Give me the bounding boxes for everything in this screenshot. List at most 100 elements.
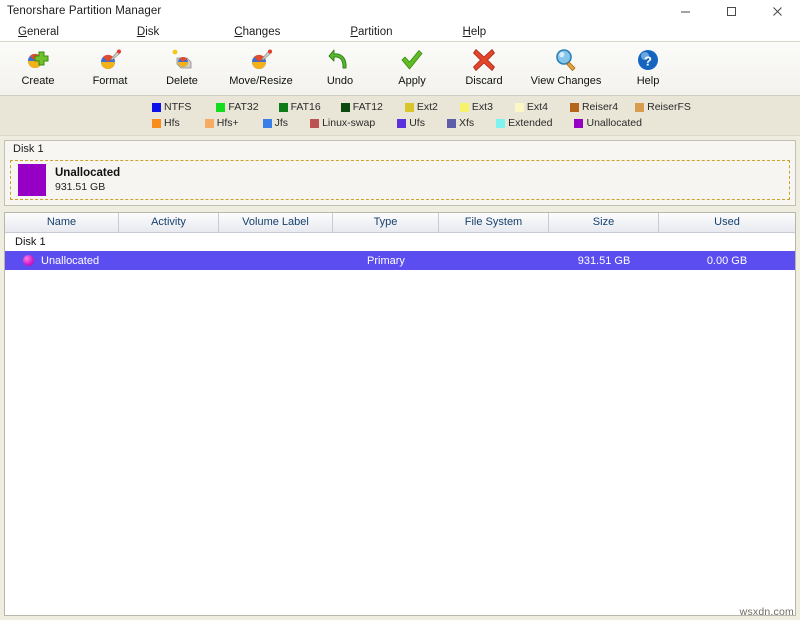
unallocated-partition-icon [23, 255, 34, 266]
partition-color-block-unallocated [18, 164, 46, 196]
legend-label-ufs: Ufs [409, 117, 425, 129]
column-header-file-system[interactable]: File System [439, 213, 549, 232]
column-header-size[interactable]: Size [549, 213, 659, 232]
apply-checkmark-icon [400, 47, 424, 73]
column-header-name[interactable]: Name [5, 213, 119, 232]
undo-arrow-icon [328, 47, 352, 73]
legend-swatch-ntfs [152, 103, 161, 112]
table-row-partition-unallocated[interactable]: Unallocated Primary 931.51 GB 0.00 GB [5, 251, 795, 270]
legend-item-ext3: Ext3 [460, 101, 493, 113]
minimize-button[interactable] [662, 0, 708, 22]
legend-item-ext4: Ext4 [515, 101, 548, 113]
discard-cross-icon [472, 47, 496, 73]
menu-item-general[interactable]: General [14, 26, 63, 38]
legend-swatch-jfs [263, 119, 272, 128]
toolbar-button-move-resize[interactable]: Move/Resize [218, 44, 304, 87]
application-window: Tenorshare Partition Manager General [0, 0, 800, 620]
menu-item-partition[interactable]: Partition [346, 26, 396, 38]
legend-label-fat16: FAT16 [291, 101, 321, 113]
menu-item-disk[interactable]: Disk [133, 26, 163, 38]
menu-rest-partition: artition [358, 26, 393, 38]
column-header-type[interactable]: Type [333, 213, 439, 232]
delete-partition-icon [170, 47, 194, 73]
legend-swatch-fat32 [216, 103, 225, 112]
disk-map-area: Disk 1 Unallocated 931.51 GB [0, 136, 800, 206]
watermark: wsxdn.com [740, 606, 794, 618]
toolbar-button-help[interactable]: ? Help [612, 44, 684, 87]
cell-used: 0.00 GB [659, 251, 795, 270]
legend-label-hfsplus: Hfs+ [217, 117, 239, 129]
legend-label-ext2: Ext2 [417, 101, 438, 113]
toolbar-button-apply[interactable]: Apply [376, 44, 448, 87]
table-row-disk[interactable]: Disk 1 [5, 233, 795, 251]
menu-accel-partition: P [350, 26, 358, 38]
legend-label-linux-swap: Linux-swap [322, 117, 375, 129]
toolbar-button-create[interactable]: Create [2, 44, 74, 87]
cell-size: 931.51 GB [549, 251, 659, 270]
svg-text:?: ? [644, 54, 652, 69]
toolbar-label-apply: Apply [398, 75, 426, 87]
legend-label-reiserfs: ReiserFS [647, 101, 691, 113]
toolbar: Create Format [0, 42, 800, 96]
close-button[interactable] [754, 0, 800, 22]
cell-size [549, 233, 659, 251]
legend-row-2: Hfs Hfs+ Jfs Linux-swap Ufs Xfs Extended… [0, 117, 800, 129]
legend-swatch-hfs [152, 119, 161, 128]
legend-label-xfs: Xfs [459, 117, 474, 129]
legend-label-ext3: Ext3 [472, 101, 493, 113]
table-header-row: Name Activity Volume Label Type File Sys… [5, 213, 795, 233]
legend-swatch-ufs [397, 119, 406, 128]
menu-item-help[interactable]: Help [459, 26, 491, 38]
partition-name: Unallocated [55, 167, 120, 180]
partition-table: Name Activity Volume Label Type File Sys… [4, 212, 796, 616]
toolbar-button-format[interactable]: Format [74, 44, 146, 87]
legend-label-fat12: FAT12 [353, 101, 383, 113]
toolbar-button-view-changes[interactable]: View Changes [520, 44, 612, 87]
legend-swatch-ext2 [405, 103, 414, 112]
legend-label-jfs: Jfs [275, 117, 288, 129]
menu-rest-general: eneral [27, 26, 59, 38]
legend-swatch-fat12 [341, 103, 350, 112]
legend-swatch-ext3 [460, 103, 469, 112]
legend-item-xfs: Xfs [447, 117, 474, 129]
legend-item-unallocated: Unallocated [574, 117, 641, 129]
legend-item-fat12: FAT12 [341, 101, 383, 113]
legend-item-reiser4: Reiser4 [570, 101, 618, 113]
cell-file-system [439, 251, 549, 270]
menu-accel-help: H [463, 26, 471, 38]
disk-panel-label: Disk 1 [5, 141, 795, 157]
toolbar-label-create: Create [21, 75, 54, 87]
menu-accel-disk: D [137, 26, 145, 38]
legend-item-jfs: Jfs [263, 117, 288, 129]
toolbar-button-discard[interactable]: Discard [448, 44, 520, 87]
toolbar-label-discard: Discard [465, 75, 502, 87]
toolbar-button-delete[interactable]: Delete [146, 44, 218, 87]
legend-label-ext4: Ext4 [527, 101, 548, 113]
column-header-used[interactable]: Used [659, 213, 795, 232]
maximize-button[interactable] [708, 0, 754, 22]
legend-item-hfsplus: Hfs+ [205, 117, 239, 129]
menu-accel-general: G [18, 26, 27, 38]
cell-activity [119, 251, 219, 270]
table-body: Disk 1 Unallocated Primary 931.51 GB 0.0… [5, 233, 795, 615]
legend-item-ufs: Ufs [397, 117, 425, 129]
legend-label-fat32: FAT32 [228, 101, 258, 113]
legend-row-1: NTFS FAT32 FAT16 FAT12 Ext2 Ext3 Ext4 Re… [0, 101, 800, 113]
column-header-volume-label[interactable]: Volume Label [219, 213, 333, 232]
menu-bar: General Disk Changes Partition Help [0, 22, 800, 42]
toolbar-label-view-changes: View Changes [531, 75, 602, 87]
legend-swatch-reiser4 [570, 103, 579, 112]
legend-item-reiserfs: ReiserFS [635, 101, 691, 113]
format-partition-icon [98, 47, 122, 73]
maximize-icon [726, 6, 737, 17]
column-header-activity[interactable]: Activity [119, 213, 219, 232]
legend-item-fat16: FAT16 [279, 101, 321, 113]
toolbar-button-undo[interactable]: Undo [304, 44, 376, 87]
menu-accel-changes: C [234, 26, 242, 38]
legend-swatch-ext4 [515, 103, 524, 112]
legend-item-ntfs: NTFS [152, 101, 191, 113]
move-resize-icon [249, 47, 273, 73]
partition-size: 931.51 GB [55, 181, 120, 193]
disk-partition-strip[interactable]: Unallocated 931.51 GB [10, 160, 790, 200]
menu-item-changes[interactable]: Changes [230, 26, 284, 38]
